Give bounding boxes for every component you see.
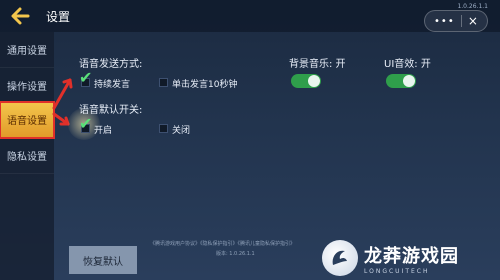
check-icon: ✔	[79, 114, 93, 133]
sidebar-item-privacy[interactable]: 隐私设置	[0, 138, 54, 174]
voice-send-tap-label[interactable]: 单击发言10秒钟	[172, 77, 237, 90]
footer-links[interactable]: 《腾讯游戏用户协议》《隐私保护指引》《腾讯儿童隐私保护指引》	[150, 240, 295, 247]
watermark-title: 龙莽游戏园	[364, 245, 459, 267]
voice-default-on-label[interactable]: 开启	[94, 123, 112, 136]
voice-default-off-checkbox[interactable]	[159, 124, 168, 133]
ui-sound-toggle[interactable]	[386, 74, 416, 88]
more-icon[interactable]: •••	[434, 16, 455, 27]
watermark-subtitle: LONGCUITECH	[364, 267, 430, 275]
version-label: 1.0.26.1.1	[457, 3, 488, 10]
voice-send-continuous-label[interactable]: 持续发言	[94, 77, 130, 90]
site-watermark: 龙莽游戏园 LONGCUITECH	[322, 236, 500, 280]
page-title: 设置	[46, 10, 71, 24]
bg-music-label: 背景音乐: 开	[289, 59, 346, 70]
capsule-divider	[460, 15, 462, 27]
ui-sound-label: UI音效: 开	[384, 59, 431, 70]
toggle-knob	[308, 75, 320, 87]
bg-music-toggle[interactable]	[291, 74, 321, 88]
close-icon[interactable]: ×	[468, 14, 478, 28]
check-icon: ✔	[79, 68, 93, 87]
toggle-knob	[403, 75, 415, 87]
reset-default-button[interactable]: 恢复默认	[69, 246, 137, 274]
voice-default-off-label[interactable]: 关闭	[172, 123, 190, 136]
watermark-logo-icon	[322, 240, 358, 276]
capsule-menu: ••• ×	[424, 10, 488, 32]
voice-send-tap-checkbox[interactable]	[159, 78, 168, 87]
back-arrow-icon[interactable]	[8, 6, 30, 26]
footer-version: 版本: 1.0.26.1.1	[216, 251, 255, 257]
